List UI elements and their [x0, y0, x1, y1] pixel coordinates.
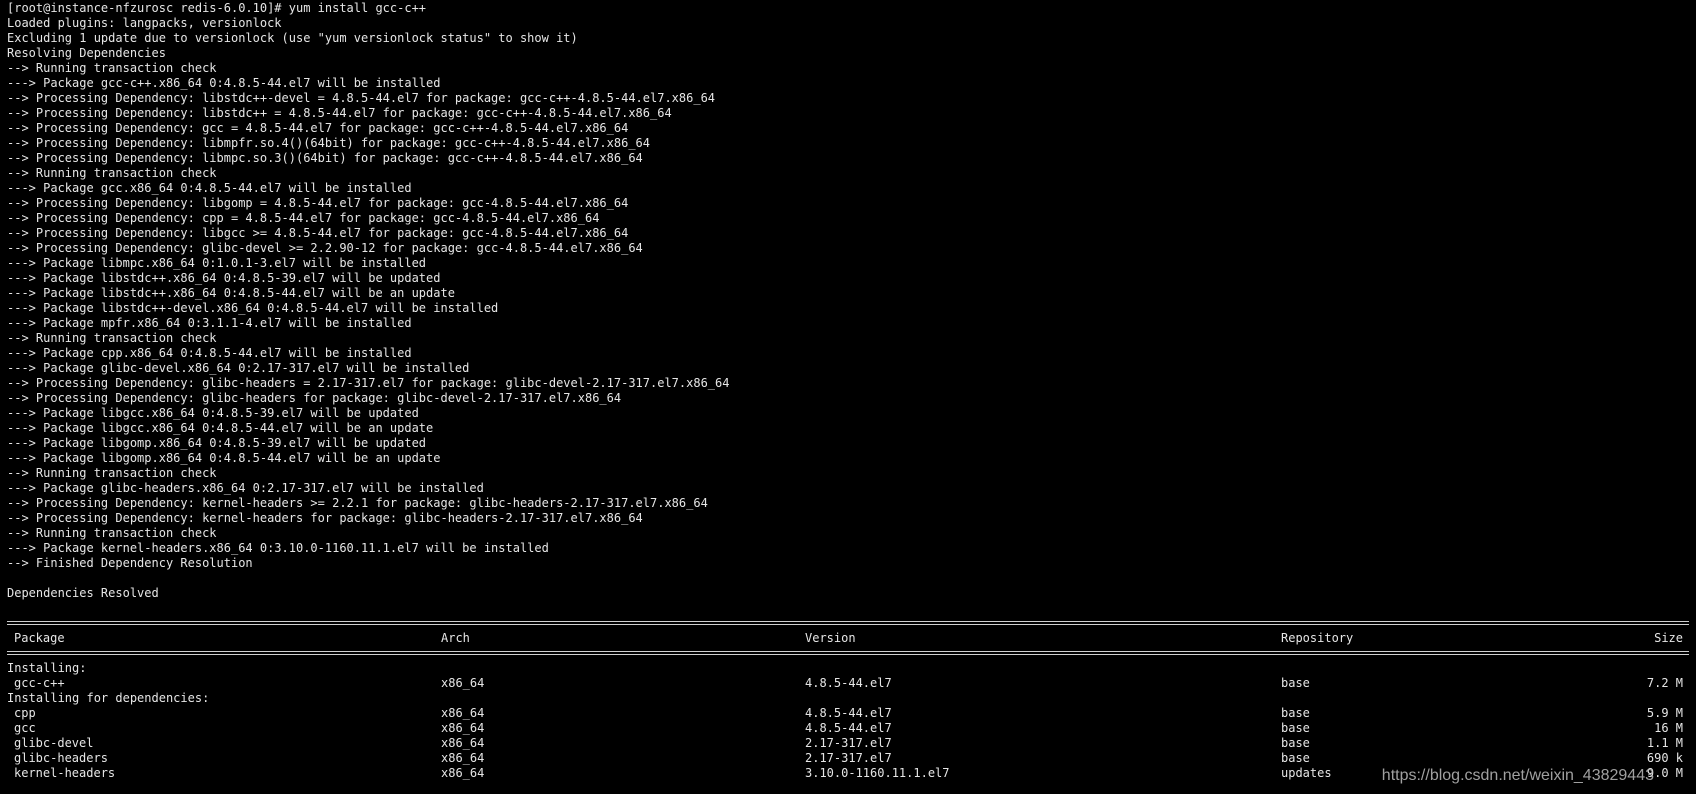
log-line: ---> Package gcc.x86_64 0:4.8.5-44.el7 w… — [7, 181, 412, 195]
log-line: ---> Package libgomp.x86_64 0:4.8.5-44.e… — [7, 451, 441, 465]
cell-arch: x86_64 — [441, 676, 485, 690]
header-version: Version — [805, 631, 856, 645]
cell-arch: x86_64 — [441, 721, 485, 735]
log-line: --> Processing Dependency: libgomp = 4.8… — [7, 196, 629, 210]
log-line: --> Running transaction check — [7, 526, 217, 540]
log-line: --> Running transaction check — [7, 61, 217, 75]
log-line: ---> Package libstdc++.x86_64 0:4.8.5-44… — [7, 286, 455, 300]
log-line: Dependencies Resolved — [7, 586, 159, 600]
cell-version: 4.8.5-44.el7 — [805, 676, 892, 690]
log-lines: [root@instance-nfzurosc redis-6.0.10]# y… — [7, 1, 1689, 616]
table-row: glibc-devel x86_64 2.17-317.el7 base 1.1 M — [7, 736, 1689, 751]
header-size: Size — [1654, 631, 1683, 645]
cell-version: 4.8.5-44.el7 — [805, 721, 892, 735]
log-line: --> Finished Dependency Resolution — [7, 556, 253, 570]
cell-arch: x86_64 — [441, 706, 485, 720]
log-line: ---> Package glibc-devel.x86_64 0:2.17-3… — [7, 361, 470, 375]
watermark-url: https://blog.csdn.net/weixin_43829443 — [1381, 767, 1654, 784]
cell-size: 690 k — [1646, 751, 1683, 765]
installing-label: Installing: — [7, 661, 87, 675]
header-package: Package — [14, 631, 65, 645]
log-line: --> Processing Dependency: libgcc >= 4.8… — [7, 226, 629, 240]
cell-repository: base — [1281, 751, 1310, 765]
log-line: ---> Package libstdc++-devel.x86_64 0:4.… — [7, 301, 499, 315]
cell-arch: x86_64 — [441, 751, 485, 765]
log-line: --> Processing Dependency: kernel-header… — [7, 496, 708, 510]
log-line: ---> Package libgcc.x86_64 0:4.8.5-39.el… — [7, 406, 419, 420]
cell-version: 2.17-317.el7 — [805, 736, 892, 750]
log-line: ---> Package glibc-headers.x86_64 0:2.17… — [7, 481, 484, 495]
cell-package: kernel-headers — [14, 766, 116, 780]
log-line: ---> Package libgcc.x86_64 0:4.8.5-44.el… — [7, 421, 434, 435]
log-line: ---> Package gcc-c++.x86_64 0:4.8.5-44.e… — [7, 76, 441, 90]
table-row: gcc-c++ x86_64 4.8.5-44.el7 base 7.2 M — [7, 676, 1689, 691]
table-row: glibc-headers x86_64 2.17-317.el7 base 690 k — [7, 751, 1689, 766]
log-line: --> Running transaction check — [7, 166, 217, 180]
log-line: --> Processing Dependency: libstdc++-dev… — [7, 91, 716, 105]
terminal-output[interactable]: [root@instance-nfzurosc redis-6.0.10]# y… — [7, 1, 1689, 781]
cell-package: cpp — [14, 706, 36, 720]
cell-version: 3.10.0-1160.11.1.el7 — [805, 766, 950, 780]
cell-package: gcc — [14, 721, 36, 735]
cell-package: glibc-devel — [14, 736, 94, 750]
log-line: --> Processing Dependency: glibc-headers… — [7, 376, 730, 390]
log-line: --> Processing Dependency: gcc = 4.8.5-4… — [7, 121, 629, 135]
cell-version: 2.17-317.el7 — [805, 751, 892, 765]
table-separator-top — [7, 616, 1689, 631]
cell-version: 4.8.5-44.el7 — [805, 706, 892, 720]
cell-repository: base — [1281, 676, 1310, 690]
log-line: ---> Package cpp.x86_64 0:4.8.5-44.el7 w… — [7, 346, 412, 360]
header-repository: Repository — [1281, 631, 1354, 645]
log-line: --> Running transaction check — [7, 466, 217, 480]
deps-label: Installing for dependencies: — [7, 691, 210, 705]
table-row: cpp x86_64 4.8.5-44.el7 base 5.9 M — [7, 706, 1689, 721]
cell-size: 5.9 M — [1646, 706, 1683, 720]
log-line: Excluding 1 update due to versionlock (u… — [7, 31, 578, 45]
cell-package: glibc-headers — [14, 751, 108, 765]
log-line: ---> Package libgomp.x86_64 0:4.8.5-39.e… — [7, 436, 427, 450]
log-line: [root@instance-nfzurosc redis-6.0.10]# y… — [7, 1, 427, 15]
table-header-row: Package Arch Version Repository Size — [7, 631, 1689, 646]
log-line: ---> Package mpfr.x86_64 0:3.1.1-4.el7 w… — [7, 316, 412, 330]
cell-repository: updates — [1281, 766, 1332, 780]
header-arch: Arch — [441, 631, 470, 645]
log-line: Loaded plugins: langpacks, versionlock — [7, 16, 282, 30]
installing-rows: gcc-c++ x86_64 4.8.5-44.el7 base 7.2 M — [7, 676, 1689, 691]
log-line: --> Processing Dependency: kernel-header… — [7, 511, 643, 525]
cell-repository: base — [1281, 736, 1310, 750]
cell-arch: x86_64 — [441, 766, 485, 780]
log-line: ---> Package libstdc++.x86_64 0:4.8.5-39… — [7, 271, 441, 285]
cell-arch: x86_64 — [441, 736, 485, 750]
log-line: Resolving Dependencies — [7, 46, 166, 60]
cell-size: 1.1 M — [1646, 736, 1683, 750]
table-row: gcc x86_64 4.8.5-44.el7 base 16 M — [7, 721, 1689, 736]
log-line: --> Processing Dependency: glibc-devel >… — [7, 241, 643, 255]
log-line: ---> Package libmpc.x86_64 0:1.0.1-3.el7… — [7, 256, 427, 270]
log-line: --> Processing Dependency: glibc-headers… — [7, 391, 622, 405]
table-separator-header — [7, 646, 1689, 661]
cell-repository: base — [1281, 706, 1310, 720]
cell-package: gcc-c++ — [14, 676, 65, 690]
log-line: ---> Package kernel-headers.x86_64 0:3.1… — [7, 541, 549, 555]
cell-size: 7.2 M — [1646, 676, 1683, 690]
log-line: --> Processing Dependency: cpp = 4.8.5-4… — [7, 211, 600, 225]
log-line: --> Processing Dependency: libmpc.so.3()… — [7, 151, 643, 165]
log-line: --> Running transaction check — [7, 331, 217, 345]
cell-size: 16 M — [1654, 721, 1683, 735]
log-line: --> Processing Dependency: libstdc++ = 4… — [7, 106, 672, 120]
log-line: --> Processing Dependency: libmpfr.so.4(… — [7, 136, 650, 150]
cell-repository: base — [1281, 721, 1310, 735]
